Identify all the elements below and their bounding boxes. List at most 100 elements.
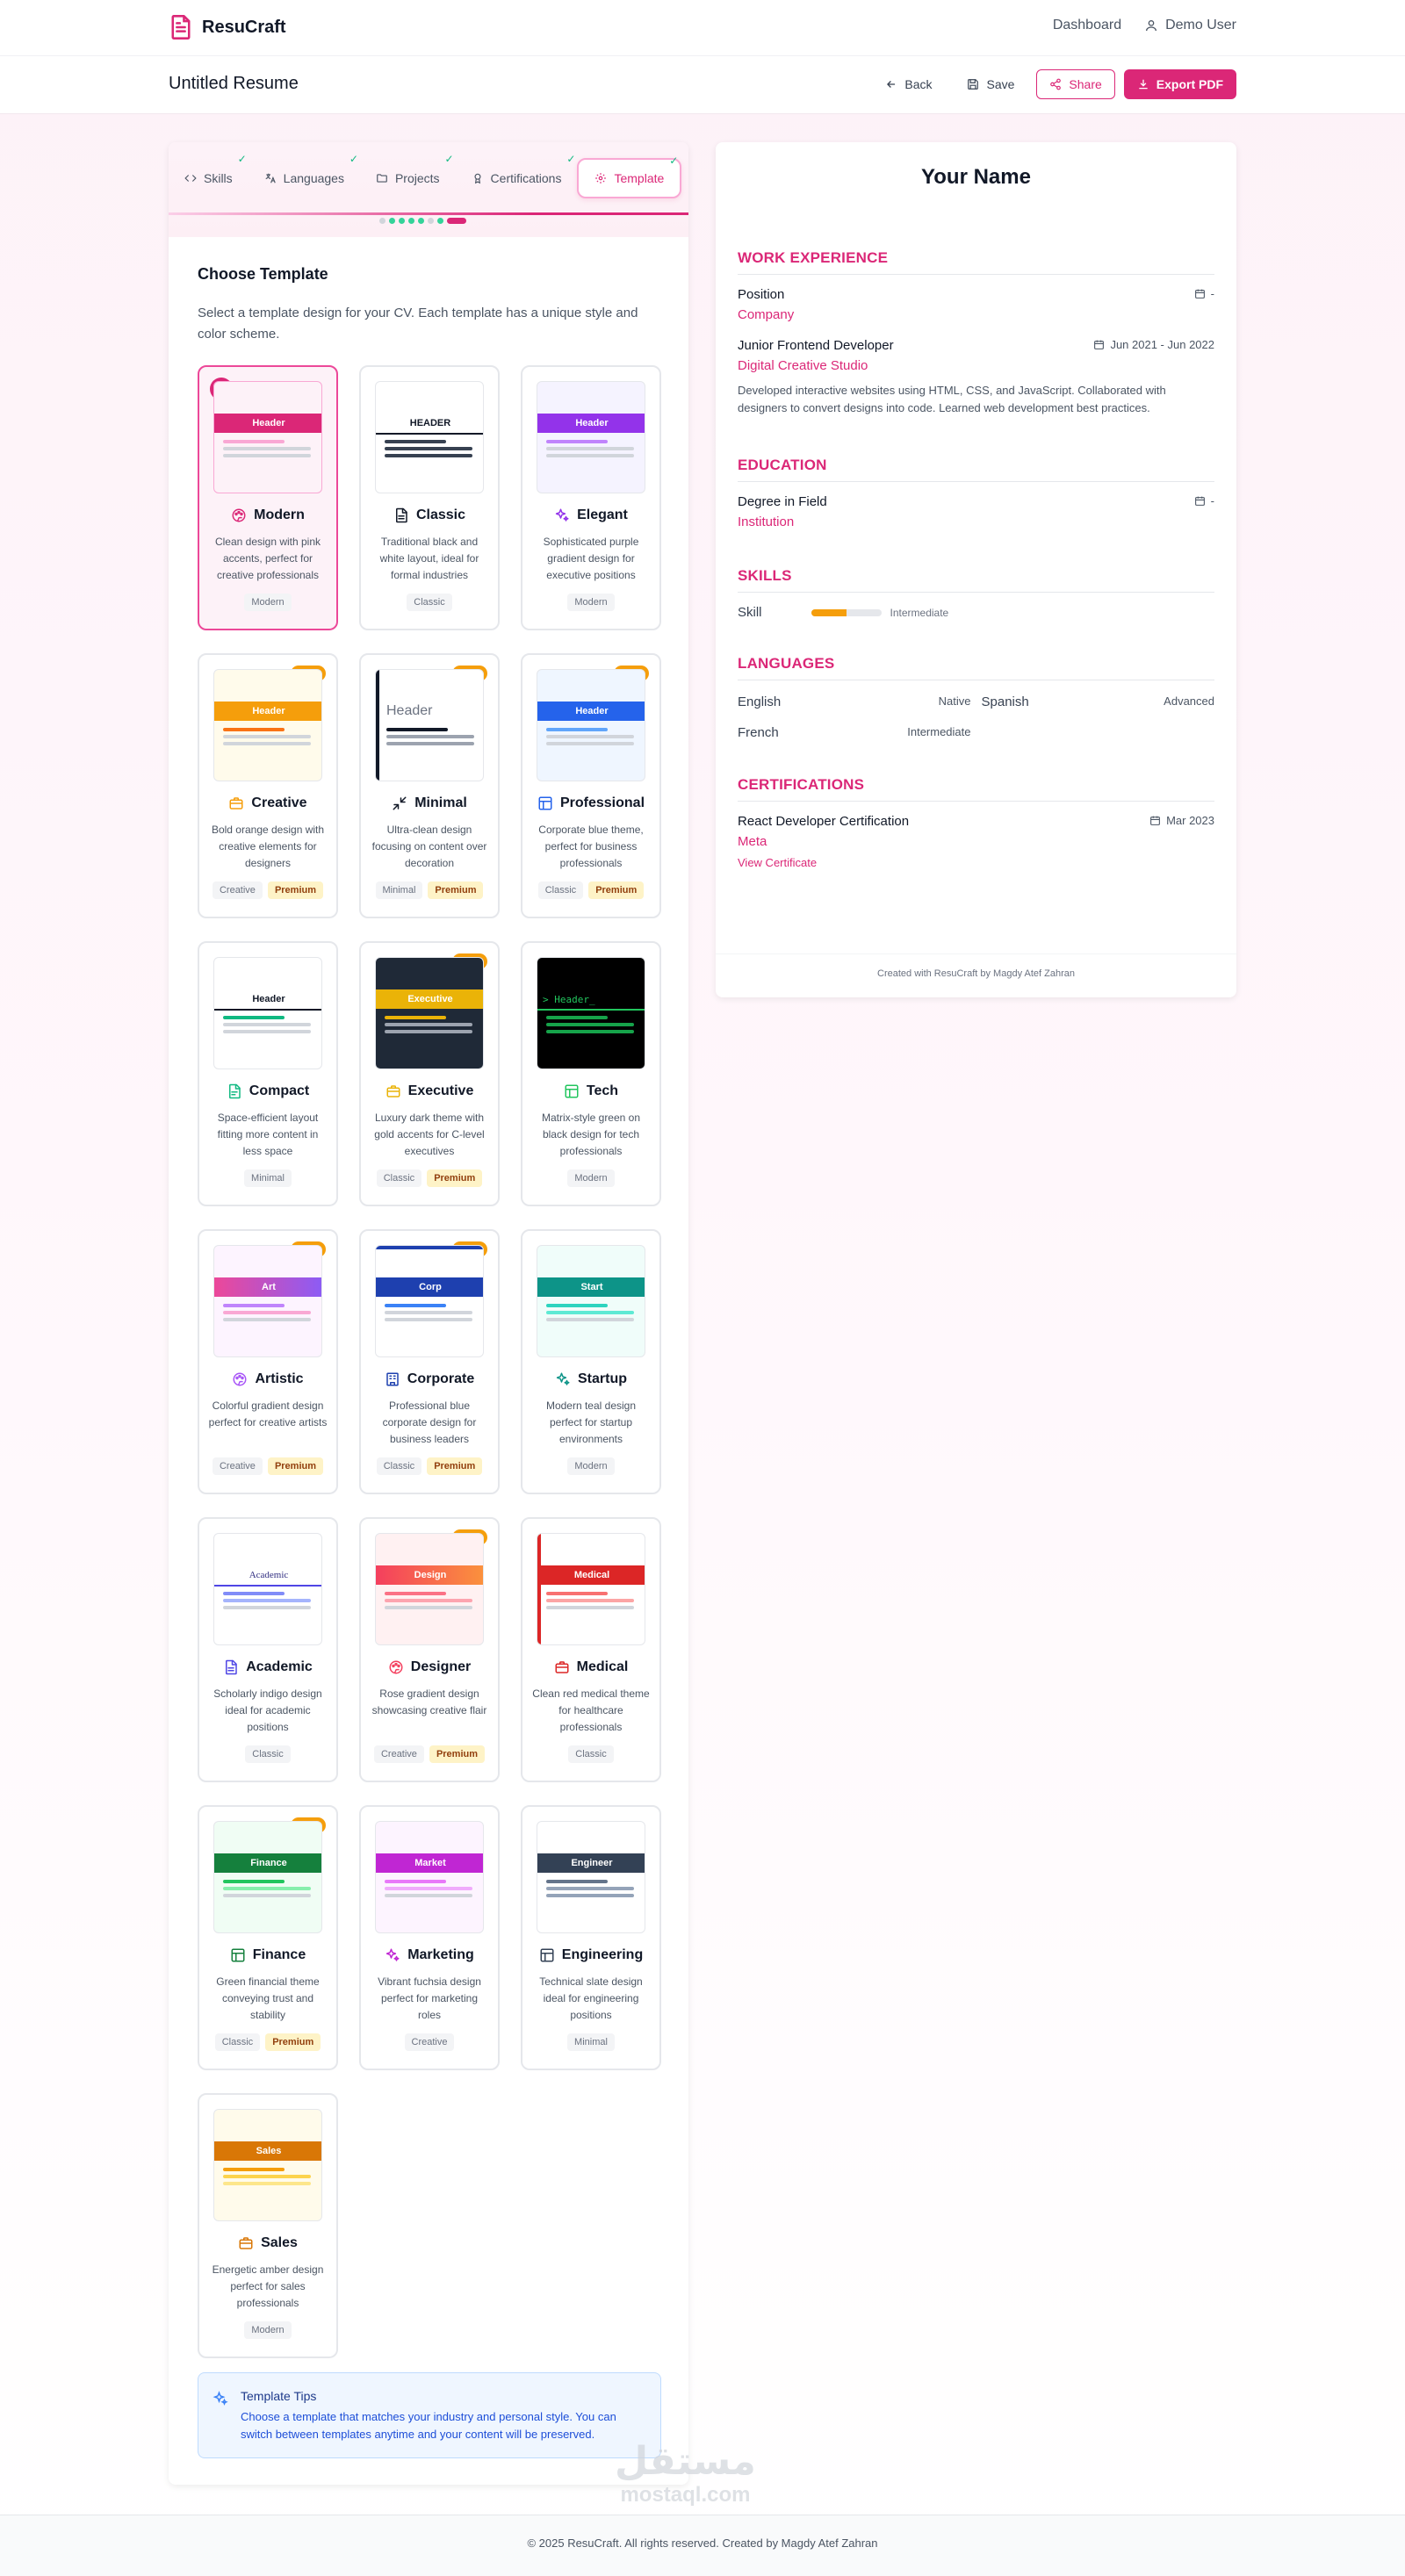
template-thumbnail: Academic — [213, 1533, 322, 1645]
user-name: Demo User — [1165, 18, 1236, 32]
template-tag: Minimal — [375, 881, 423, 899]
thumbnail-header: Finance — [214, 1853, 321, 1873]
check-icon: ✓ — [237, 153, 247, 165]
template-tag: Premium — [265, 2033, 321, 2051]
skills-section: SKILLS Skill Intermediate — [738, 567, 1214, 620]
thumbnail-header: HEADER — [409, 418, 451, 428]
template-description: Luxury dark theme with gold accents for … — [374, 1112, 485, 1157]
thumbnail-header: Header — [386, 703, 433, 718]
template-thumbnail: Start — [537, 1245, 645, 1357]
resume-title[interactable]: Untitled Resume — [169, 74, 299, 94]
watermark-arabic: مستقل — [615, 2440, 756, 2483]
template-name-text: Tech — [586, 1083, 619, 1098]
template-description: Traditional black and white layout, idea… — [379, 536, 479, 581]
template-tags: Classic Premium — [376, 1457, 483, 1475]
template-name: Artistic — [232, 1371, 304, 1387]
template-tags: Creative Premium — [212, 1457, 324, 1475]
template-tag: Premium — [588, 881, 645, 899]
template-name: Compact — [227, 1083, 309, 1099]
template-card-professional[interactable]: ♛ProHeaderProfessionalCorporate blue the… — [521, 653, 661, 918]
check-icon: ✓ — [669, 155, 679, 167]
file-text-icon — [228, 1083, 241, 1099]
template-card-classic[interactable]: HEADER Classic Traditional black and white… — [359, 365, 500, 630]
step-indicator — [379, 218, 466, 224]
template-card-sales[interactable]: Sales Sales Energetic amber design perfect… — [198, 2093, 338, 2358]
template-name-text: Corporate — [407, 1371, 475, 1386]
template-card-minimal[interactable]: ♛ProHeaderMinimalUltra-clean design focu… — [359, 653, 500, 918]
template-card-corporate[interactable]: ♛ProCorpCorporateProfessional blue corpo… — [359, 1229, 500, 1494]
template-name: Tech — [564, 1083, 618, 1099]
back-button[interactable]: Back — [872, 69, 945, 99]
save-button[interactable]: Save — [954, 69, 1027, 99]
template-tag: Premium — [427, 1169, 483, 1187]
briefcase-icon — [555, 1661, 569, 1673]
template-name: Elegant — [554, 507, 628, 523]
template-tags: Classic Premium — [214, 2033, 321, 2051]
sparkles-icon — [213, 2391, 228, 2406]
template-thumbnail: Art — [213, 1245, 322, 1357]
template-card-artistic[interactable]: ♛ProArtArtisticColorful gradient design … — [198, 1229, 338, 1494]
tab-label: Template — [614, 171, 665, 185]
template-card-tech[interactable]: > Header_ Tech Matrix-style green on black… — [521, 941, 661, 1206]
document-logo-icon — [171, 15, 191, 40]
template-card-marketing[interactable]: Market Marketing Vibrant fuchsia design pe… — [359, 1805, 500, 2070]
template-thumbnail: Header — [213, 381, 322, 493]
tab-languages[interactable]: Languages ✓ — [249, 153, 360, 198]
tab-projects[interactable]: Projects ✓ — [360, 153, 456, 198]
document-icon — [395, 507, 407, 523]
step-dot — [418, 218, 424, 224]
view-certificate-link[interactable]: View Certificate — [738, 856, 1214, 869]
tab-certifications[interactable]: Certifications ✓ — [456, 153, 578, 198]
watermark-latin: mostaql.com — [620, 2483, 751, 2507]
template-card-executive[interactable]: ♛ProExecutiveExecutiveLuxury dark theme … — [359, 941, 500, 1206]
template-name-text: Minimal — [414, 795, 467, 810]
tab-skills[interactable]: Skills ✓ — [169, 153, 249, 198]
template-card-medical[interactable]: Medical Medical Clean red medical theme fo… — [521, 1517, 661, 1782]
watermark: مستقل mostaql.com — [615, 2441, 756, 2508]
template-description: Scholarly indigo design ideal for academ… — [213, 1687, 322, 1733]
brand[interactable]: ResuCraft — [169, 14, 286, 40]
nav-dashboard-link[interactable]: Dashboard — [1053, 18, 1121, 33]
language-name: French — [738, 725, 779, 740]
template-card-finance[interactable]: ♛ProFinanceFinanceGreen financial theme … — [198, 1805, 338, 2070]
briefcase-icon — [386, 1085, 400, 1097]
template-description: Professional blue corporate design for b… — [382, 1400, 477, 1445]
user-menu[interactable]: Demo User — [1144, 18, 1236, 33]
template-card-creative[interactable]: ♛ProHeaderCreativeBold orange design wit… — [198, 653, 338, 918]
export-pdf-button[interactable]: Export PDF — [1123, 69, 1236, 99]
template-description: Green financial theme conveying trust an… — [216, 1975, 320, 2021]
template-tags: Creative — [404, 2033, 455, 2051]
template-card-compact[interactable]: Header Compact Space-efficient layout fitt… — [198, 941, 338, 1206]
template-tags: Minimal — [244, 1169, 292, 1187]
template-card-elegant[interactable]: Header Elegant Sophisticated purple gradie… — [521, 365, 661, 630]
share-button[interactable]: Share — [1036, 69, 1115, 99]
page-footer: © 2025 ResuCraft. All rights reserved. C… — [0, 2515, 1405, 2576]
step-dot — [437, 218, 443, 224]
sparkles-icon — [556, 1372, 570, 1385]
tab-label: Projects — [394, 171, 440, 185]
template-card-designer[interactable]: ♛ProDesignDesignerRose gradient design s… — [359, 1517, 500, 1782]
thumbnail-header: Design — [376, 1565, 483, 1585]
work-company: Digital Creative Studio — [738, 358, 868, 373]
template-description: Clean design with pink accents, perfect … — [214, 536, 321, 581]
template-card-academic[interactable]: Academic Academic Scholarly indigo design … — [198, 1517, 338, 1782]
education-date: - — [1194, 494, 1214, 507]
check-icon: ✓ — [566, 153, 576, 165]
share-icon — [1050, 78, 1062, 90]
template-name-text: Designer — [410, 1659, 472, 1674]
user-icon — [1146, 20, 1157, 32]
template-card-modern[interactable]: ✓HeaderModernClean design with pink acce… — [198, 365, 338, 630]
template-thumbnail: Executive — [375, 957, 484, 1069]
template-card-startup[interactable]: Start Startup Modern teal design perfect f… — [521, 1229, 661, 1494]
template-card-engineering[interactable]: Engineer Engineering Technical slate desig… — [521, 1805, 661, 2070]
sparkles-icon — [555, 508, 569, 522]
skill-name: Skill — [738, 605, 762, 620]
language-entry: English Native — [738, 694, 971, 709]
tips-text: Choose a template that matches your indu… — [241, 2410, 616, 2441]
tips-title: Template Tips — [241, 2389, 317, 2403]
template-thumbnail: Medical — [537, 1533, 645, 1645]
work-date: Jun 2021 - Jun 2022 — [1093, 338, 1214, 351]
template-tags: Modern — [567, 1169, 615, 1187]
tab-template[interactable]: Template ✓ — [577, 155, 682, 198]
template-description: Bold orange design with creative element… — [211, 824, 325, 869]
